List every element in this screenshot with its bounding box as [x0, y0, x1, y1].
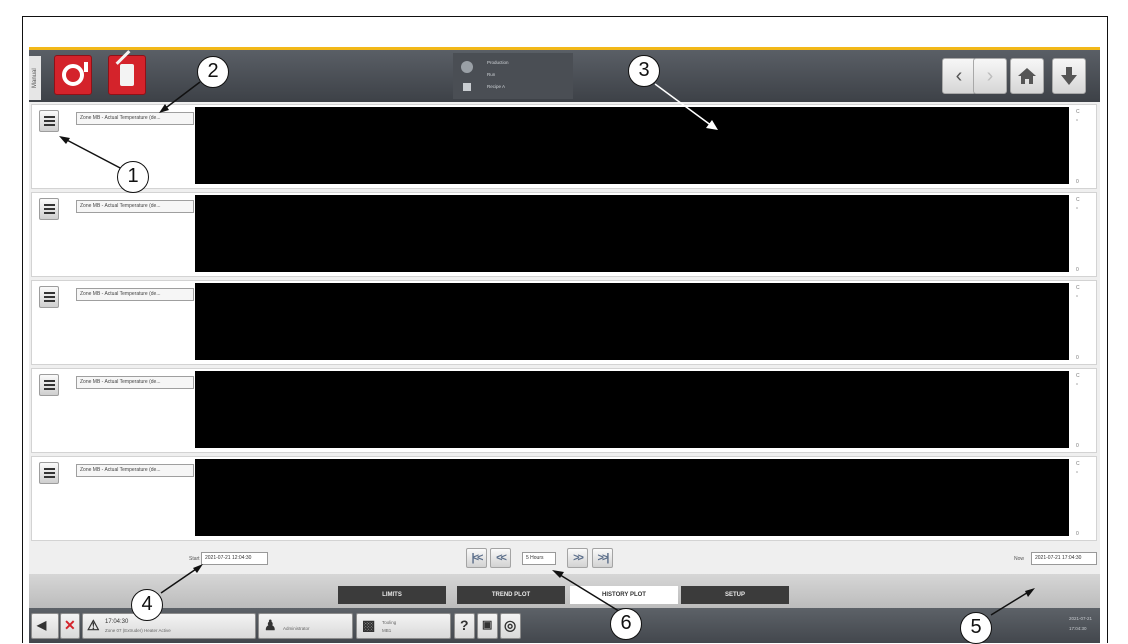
- callout-5: 5: [960, 612, 992, 644]
- callout-1: 1: [117, 161, 149, 193]
- callout-4: 4: [131, 589, 163, 621]
- callout-3: 3: [628, 55, 660, 87]
- callout-2: 2: [197, 56, 229, 88]
- callout-6: 6: [610, 608, 642, 640]
- callout-lines: [59, 81, 1035, 616]
